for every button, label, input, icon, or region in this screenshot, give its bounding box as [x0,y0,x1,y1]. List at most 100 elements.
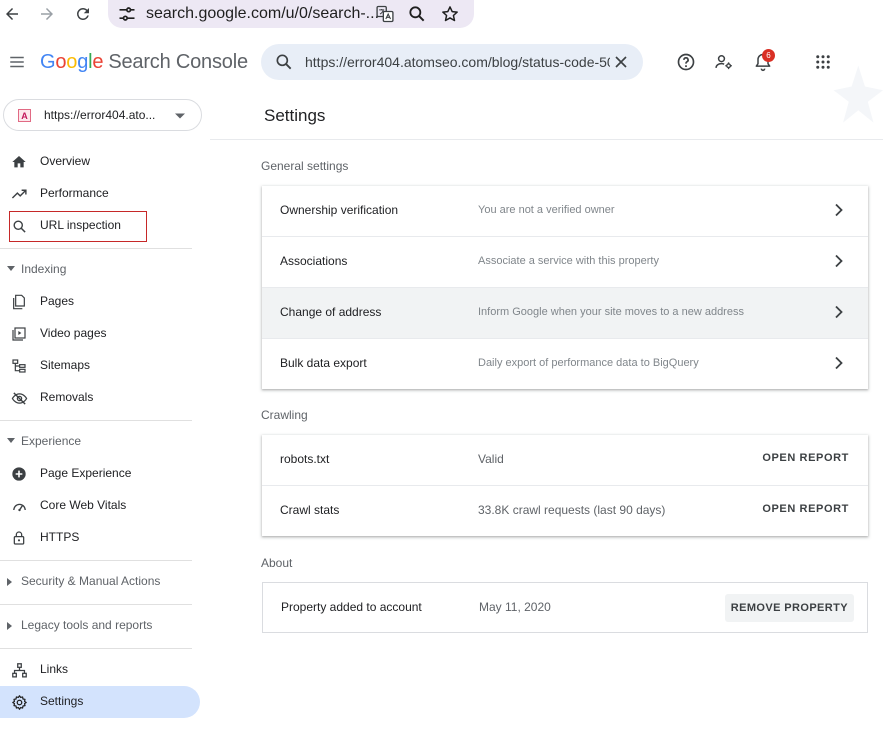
sidebar-item-https[interactable]: HTTPS [0,522,200,554]
about-card: Property added to account May 11, 2020 R… [262,582,868,633]
logo-letter: g [77,51,89,73]
sidebar-item-core-web-vitals[interactable]: Core Web Vitals [0,490,200,522]
settings-row-change-of-address[interactable]: Change of address Inform Google when you… [262,288,868,339]
expand-arrow-icon [7,578,13,586]
row-description: Daily export of performance data to BigQ… [478,357,699,369]
reload-icon[interactable] [72,3,94,25]
property-favicon: A [18,109,31,122]
sidebar-item-label: Performance [40,186,109,200]
product-name: Search Console [108,51,248,73]
add-circle-icon [10,465,28,483]
sidebar-item-links[interactable]: Links [0,654,200,686]
logo-letter: o [55,51,67,73]
property-selector[interactable]: A https://error404.ato... [3,99,202,131]
divider [210,139,883,140]
collapse-arrow-icon [7,438,15,444]
sidebar-item-overview[interactable]: Overview [0,146,200,178]
sidebar-item-page-experience[interactable]: Page Experience [0,458,200,490]
chevron-right-icon [833,203,845,217]
crawling-card: robots.txt Valid OPEN REPORT Crawl stats… [262,435,868,536]
row-label: Ownership verification [280,203,399,217]
dropdown-arrow-icon [174,112,186,120]
crawling-row-crawl-stats: Crawl stats 33.8K crawl requests (last 9… [262,486,868,536]
row-description: Inform Google when your site moves to a … [478,306,744,318]
section-legacy[interactable]: Legacy tools and reports [0,614,192,638]
row-description: Associate a service with this property [478,255,659,267]
sidebar-item-label: HTTPS [40,530,80,544]
logo-letter: e [92,51,104,73]
general-settings-heading: General settings [261,159,349,173]
links-icon [10,661,28,679]
row-label: Associations [280,254,348,268]
search-console-logo[interactable]: Google Search Console [40,51,248,74]
forward-icon[interactable] [36,3,58,25]
decorative-star-icon [826,64,883,128]
home-icon [10,153,28,171]
section-title: Experience [21,434,82,448]
page-title: Settings [264,106,326,125]
sidebar-item-label: Core Web Vitals [40,498,127,512]
settings-row-ownership[interactable]: Ownership verification You are not a ver… [262,186,868,237]
open-report-button[interactable]: OPEN REPORT [762,452,849,464]
sidebar-item-label: Removals [40,390,94,404]
help-icon[interactable] [674,50,698,74]
section-security[interactable]: Security & Manual Actions [0,570,192,594]
collapse-arrow-icon [7,266,15,272]
about-heading: About [261,556,293,570]
row-label: Property added to account [281,600,422,614]
section-title: Legacy tools and reports [21,618,153,632]
crawling-heading: Crawling [261,408,308,422]
app-header: Google Search Console [0,34,883,123]
sidebar-item-pages[interactable]: Pages [0,286,200,318]
sidebar-item-label: Pages [40,294,75,308]
chevron-right-icon [833,356,845,370]
row-value: 33.8K crawl requests (last 90 days) [478,503,666,517]
row-label: robots.txt [280,452,330,466]
sidebar-item-removals[interactable]: Removals [0,382,200,414]
sidebar-item-label: Video pages [40,326,107,340]
sidebar-item-label: Overview [40,154,91,168]
sidebar-item-video-pages[interactable]: Video pages [0,318,200,350]
sidebar-item-label: Settings [40,694,84,708]
site-settings-icon[interactable] [117,4,137,24]
section-indexing[interactable]: Indexing [0,258,192,282]
sidebar-item-label: Links [40,662,69,676]
bookmark-star-icon[interactable] [439,3,461,25]
crawling-row-robots: robots.txt Valid OPEN REPORT [262,435,868,486]
zoom-icon[interactable] [406,3,428,25]
address-bar[interactable]: search.google.com/u/0/search-... [108,0,474,28]
speed-icon [10,497,28,515]
search-input[interactable] [305,50,610,74]
divider [0,420,192,421]
url-inspection-highlight [9,211,147,242]
main-menu-icon[interactable] [5,50,29,74]
back-icon[interactable] [1,3,23,25]
logo-letter: o [66,51,78,73]
manage-users-icon[interactable] [712,50,736,74]
remove-property-button[interactable]: REMOVE PROPERTY [724,594,854,622]
divider [0,248,192,249]
row-value: May 11, 2020 [479,600,551,614]
section-title: Security & Manual Actions [21,574,161,588]
clear-icon[interactable] [611,52,631,72]
sidebar: A https://error404.ato... Overview Perfo… [0,96,210,734]
video-pages-icon [10,325,28,343]
settings-row-bulk-export[interactable]: Bulk data export Daily export of perform… [262,339,868,389]
sidebar-item-label: Page Experience [40,466,132,480]
sidebar-item-settings[interactable]: Settings [0,686,200,718]
translate-icon[interactable] [374,3,396,25]
section-experience[interactable]: Experience [0,430,192,454]
open-report-button[interactable]: OPEN REPORT [762,503,849,515]
gear-icon [10,693,28,711]
row-description: You are not a verified owner [478,204,615,216]
url-inspection-search [261,44,643,80]
sidebar-item-performance[interactable]: Performance [0,178,200,210]
general-settings-card: Ownership verification You are not a ver… [262,186,868,389]
about-row: Property added to account May 11, 2020 R… [263,583,867,632]
sidebar-item-sitemaps[interactable]: Sitemaps [0,350,200,382]
sitemap-icon [10,357,28,375]
settings-row-associations[interactable]: Associations Associate a service with th… [262,237,868,288]
row-value: Valid [478,452,504,466]
expand-arrow-icon [7,622,13,630]
pages-icon [10,293,28,311]
